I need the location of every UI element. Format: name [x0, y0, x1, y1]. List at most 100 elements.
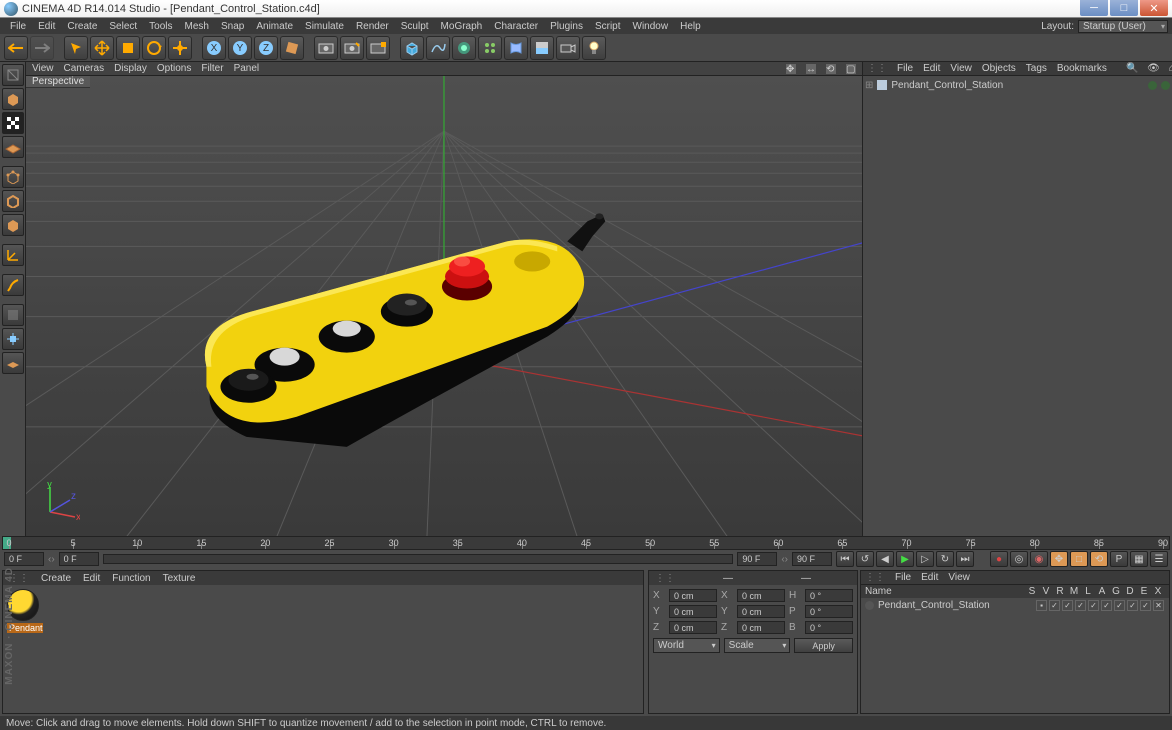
menu-script[interactable]: Script	[589, 21, 627, 32]
autokey-button[interactable]: ◎	[1010, 551, 1028, 567]
loop-button[interactable]: ↻	[936, 551, 954, 567]
menu-mograph[interactable]: MoGraph	[435, 21, 489, 32]
om-menu-edit[interactable]: Edit	[923, 63, 940, 74]
timeline-end2-field[interactable]: 90 F	[792, 552, 832, 566]
layer-anim-check[interactable]: ✓	[1101, 600, 1112, 611]
maximize-button[interactable]: □	[1110, 0, 1138, 16]
mat-menu-function[interactable]: Function	[112, 573, 150, 584]
view-menu-options[interactable]: Options	[157, 63, 191, 74]
menu-create[interactable]: Create	[61, 21, 103, 32]
view-menu-display[interactable]: Display	[114, 63, 147, 74]
om-menu-view[interactable]: View	[950, 63, 972, 74]
size-z-field[interactable]	[737, 621, 785, 634]
axis-mode-button[interactable]	[2, 244, 24, 266]
live-select-button[interactable]	[64, 36, 88, 60]
size-x-field[interactable]	[737, 589, 785, 602]
viewport-solo-button[interactable]	[2, 304, 24, 326]
deformer-button[interactable]	[504, 36, 528, 60]
render-view-button[interactable]	[314, 36, 338, 60]
goto-prevkey-button[interactable]: ↺	[856, 551, 874, 567]
attr-object-row[interactable]: Pendant_Control_Station ▪ ✓ ✓ ✓ ✓ ✓ ✓ ✓ …	[861, 598, 1169, 612]
3d-viewport[interactable]: x y z	[26, 76, 862, 536]
timeline-cursor-field[interactable]: 0 F	[59, 552, 99, 566]
close-button[interactable]: ✕	[1140, 0, 1168, 16]
light-button[interactable]	[582, 36, 606, 60]
nurbs-button[interactable]	[452, 36, 476, 60]
layer-manager-check[interactable]: ✓	[1075, 600, 1086, 611]
menu-edit[interactable]: Edit	[32, 21, 61, 32]
menu-render[interactable]: Render	[350, 21, 395, 32]
om-menu-file[interactable]: File	[897, 63, 913, 74]
rot-h-field[interactable]	[805, 589, 853, 602]
spline-button[interactable]	[426, 36, 450, 60]
mat-menu-create[interactable]: Create	[41, 573, 71, 584]
om-menu-objects[interactable]: Objects	[982, 63, 1016, 74]
pos-x-field[interactable]	[669, 589, 717, 602]
goto-end-button[interactable]: ⏭	[956, 551, 974, 567]
layout-dropdown[interactable]: Startup (User)	[1078, 20, 1168, 33]
menu-help[interactable]: Help	[674, 21, 707, 32]
key-scale-button[interactable]: □	[1070, 551, 1088, 567]
layer-view-check[interactable]: ✓	[1049, 600, 1060, 611]
render-settings-button[interactable]	[366, 36, 390, 60]
menu-window[interactable]: Window	[627, 21, 675, 32]
menu-animate[interactable]: Animate	[250, 21, 299, 32]
coord-sys-button[interactable]	[280, 36, 304, 60]
polygons-mode-button[interactable]	[2, 214, 24, 236]
om-menu-bookmarks[interactable]: Bookmarks	[1057, 63, 1107, 74]
axis-x-button[interactable]: X	[202, 36, 226, 60]
menu-sculpt[interactable]: Sculpt	[395, 21, 435, 32]
snap-enable-button[interactable]	[2, 328, 24, 350]
coord-apply-button[interactable]: Apply	[794, 638, 853, 653]
model-mode-button[interactable]	[2, 88, 24, 110]
layer-deform-check[interactable]: ✓	[1127, 600, 1138, 611]
key-param-button[interactable]: P	[1110, 551, 1128, 567]
make-editable-button[interactable]	[2, 64, 24, 86]
array-button[interactable]	[478, 36, 502, 60]
viewport-nav-icon[interactable]: ✥	[786, 64, 796, 74]
attr-menu-file[interactable]: File	[895, 572, 911, 583]
view-menu-cameras[interactable]: Cameras	[64, 63, 105, 74]
viewport-max-icon[interactable]: ▢	[846, 64, 856, 74]
visibility-editor-dot[interactable]	[1148, 81, 1157, 90]
primitive-cube-button[interactable]	[400, 36, 424, 60]
undo-button[interactable]	[4, 36, 28, 60]
pos-z-field[interactable]	[669, 621, 717, 634]
goto-start-button[interactable]: ⏮	[836, 551, 854, 567]
viewport-orbit-icon[interactable]: ⟲	[826, 64, 836, 74]
eye-icon[interactable]: 👁	[1148, 63, 1159, 74]
keyframe-sel-button[interactable]: ◉	[1030, 551, 1048, 567]
view-menu-filter[interactable]: Filter	[201, 63, 223, 74]
coord-size-dropdown[interactable]: Scale	[724, 638, 791, 653]
key-rot-button[interactable]: ⟲	[1090, 551, 1108, 567]
camera-button[interactable]	[556, 36, 580, 60]
menu-snap[interactable]: Snap	[215, 21, 250, 32]
edges-mode-button[interactable]	[2, 190, 24, 212]
environment-button[interactable]	[530, 36, 554, 60]
rot-p-field[interactable]	[805, 605, 853, 618]
minimize-button[interactable]: ─	[1080, 0, 1108, 16]
pos-y-field[interactable]	[669, 605, 717, 618]
texture-mode-button[interactable]	[2, 112, 24, 134]
layer-expr-check[interactable]: ✓	[1140, 600, 1151, 611]
axis-y-button[interactable]: Y	[228, 36, 252, 60]
size-y-field[interactable]	[737, 605, 785, 618]
move-button[interactable]	[90, 36, 114, 60]
timeline-range-slider[interactable]	[103, 554, 734, 564]
mat-menu-texture[interactable]: Texture	[163, 573, 196, 584]
layer-gen-check[interactable]: ✓	[1114, 600, 1125, 611]
timeline-end-field[interactable]: 90 F	[737, 552, 777, 566]
redo-button[interactable]	[30, 36, 54, 60]
key-opts-button[interactable]: ☰	[1150, 551, 1168, 567]
menu-mesh[interactable]: Mesh	[179, 21, 215, 32]
object-tree[interactable]: ⊞ ◦ Pendant_Control_Station	[863, 76, 1172, 536]
timeline-start-field[interactable]: 0 F	[4, 552, 44, 566]
mat-menu-edit[interactable]: Edit	[83, 573, 100, 584]
scale-button[interactable]	[116, 36, 140, 60]
render-pv-button[interactable]	[340, 36, 364, 60]
view-menu-view[interactable]: View	[32, 63, 54, 74]
attr-menu-edit[interactable]: Edit	[921, 572, 938, 583]
timeline-ruler[interactable]: 051015202530354045505560657075808590	[2, 536, 1170, 550]
material-list[interactable]: Pendant	[3, 585, 643, 713]
rotate-button[interactable]	[142, 36, 166, 60]
